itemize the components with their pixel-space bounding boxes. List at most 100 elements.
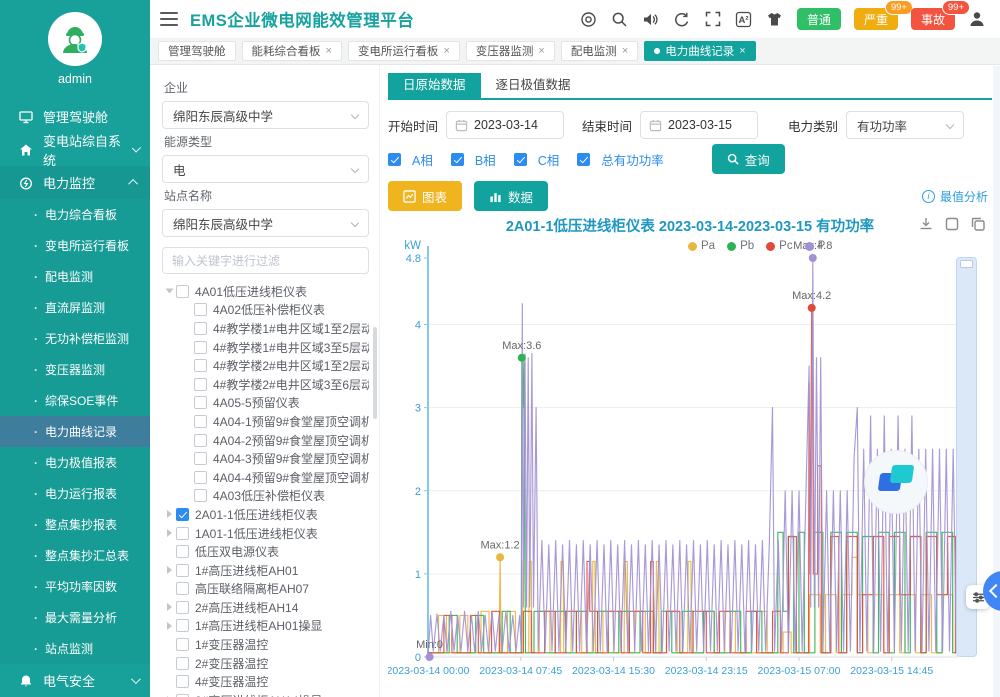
submenu-item-14[interactable]: 站点监测: [0, 633, 150, 664]
theme-icon[interactable]: [766, 10, 784, 28]
max-analysis-link[interactable]: 最值分析: [922, 188, 988, 205]
tree-checkbox[interactable]: [176, 582, 189, 595]
checkbox-icon[interactable]: [577, 153, 590, 166]
power-type-select[interactable]: 有功功率: [846, 111, 964, 139]
expand-arrow-icon[interactable]: [162, 510, 176, 518]
submenu-item-7[interactable]: 电力曲线记录: [0, 416, 150, 447]
submenu-item-11[interactable]: 整点集抄汇总表: [0, 540, 150, 571]
chart-view-button[interactable]: 图表: [388, 181, 462, 211]
tree-item-6[interactable]: 4A05-5预留仪表: [162, 394, 369, 413]
tree-checkbox[interactable]: [176, 545, 189, 558]
energy-type-select[interactable]: 电: [162, 155, 369, 183]
tab-daily-extreme-data[interactable]: 逐日极值数据: [481, 73, 586, 98]
open-tab-0[interactable]: 管理驾驶舱: [158, 41, 236, 61]
tree-item-22[interactable]: 2#高压进线柜AH14操显: [162, 691, 369, 697]
tree-checkbox[interactable]: [194, 359, 207, 372]
tree-scrollbar[interactable]: [373, 327, 377, 419]
tree-checkbox[interactable]: [194, 452, 207, 465]
tree-item-21[interactable]: 4#变压器温控: [162, 672, 369, 691]
close-icon[interactable]: [622, 45, 628, 57]
tree-item-8[interactable]: 4A04-2预留9#食堂屋顶空调机组仪表: [162, 431, 369, 450]
tree-item-10[interactable]: 4A04-4预留9#食堂屋顶空调机组仪表: [162, 468, 369, 487]
tree-checkbox[interactable]: [176, 564, 189, 577]
tree-item-12[interactable]: 2A01-1低压进线柜仪表: [162, 505, 369, 524]
tree-item-3[interactable]: 4#教学楼1#电井区域3至5层动力仪表: [162, 338, 369, 357]
tree-item-16[interactable]: 高压联络隔离柜AH07: [162, 580, 369, 599]
restore-icon[interactable]: [944, 216, 960, 232]
tree-item-15[interactable]: 1#高压进线柜AH01: [162, 561, 369, 580]
phase-checkbox-0[interactable]: A相: [388, 150, 433, 169]
tree-checkbox[interactable]: [194, 415, 207, 428]
search-icon[interactable]: [611, 10, 629, 28]
tree-checkbox[interactable]: [194, 341, 207, 354]
tree-checkbox[interactable]: [194, 434, 207, 447]
query-button[interactable]: 查询: [712, 144, 785, 174]
close-icon[interactable]: [326, 45, 332, 57]
tree-item-18[interactable]: 1#高压进线柜AH01操显: [162, 617, 369, 636]
tree-item-9[interactable]: 4A04-3预留9#食堂屋顶空调机组仪表: [162, 449, 369, 468]
submenu-item-13[interactable]: 最大需量分析: [0, 602, 150, 633]
menu-toggle-icon[interactable]: [160, 12, 178, 26]
submenu-item-1[interactable]: 变电所运行看板: [0, 230, 150, 261]
status-badge-normal[interactable]: 普通: [797, 8, 841, 30]
checkbox-icon[interactable]: [514, 153, 527, 166]
phase-checkbox-3[interactable]: 总有功功率: [577, 150, 664, 169]
tree-item-4[interactable]: 4#教学楼2#电井区域1至2层动力仪表: [162, 356, 369, 375]
copy-icon[interactable]: [970, 216, 986, 232]
status-badge-severe[interactable]: 严重 99+: [854, 8, 898, 30]
data-view-button[interactable]: 数据: [474, 181, 548, 211]
company-select[interactable]: 绵阳东辰高级中学: [162, 101, 369, 129]
tree-item-2[interactable]: 4#教学楼1#电井区域1至2层动力仪表: [162, 319, 369, 338]
tree-checkbox[interactable]: [176, 675, 189, 688]
station-select[interactable]: 绵阳东辰高级中学: [162, 209, 369, 237]
close-icon[interactable]: [739, 45, 745, 57]
checkbox-icon[interactable]: [388, 153, 401, 166]
submenu-item-9[interactable]: 电力运行报表: [0, 478, 150, 509]
expand-arrow-icon[interactable]: [162, 566, 176, 574]
open-tab-3[interactable]: 变压器监测: [466, 41, 555, 61]
tree-item-17[interactable]: 2#高压进线柜AH14: [162, 598, 369, 617]
end-date-input[interactable]: 2023-03-15: [640, 111, 758, 139]
tree-filter-input[interactable]: [162, 247, 369, 274]
tree-checkbox[interactable]: [194, 489, 207, 502]
open-tab-1[interactable]: 能耗综合看板: [242, 41, 342, 61]
tree-item-1[interactable]: 4A02低压补偿柜仪表: [162, 301, 369, 320]
expand-arrow-icon[interactable]: [162, 622, 176, 630]
tree-checkbox[interactable]: [176, 601, 189, 614]
fullscreen-icon[interactable]: [704, 10, 722, 28]
close-icon[interactable]: [443, 45, 449, 57]
tree-checkbox[interactable]: [194, 322, 207, 335]
tree-item-7[interactable]: 4A04-1预留9#食堂屋顶空调机组仪表: [162, 412, 369, 431]
submenu-item-6[interactable]: 综保SOE事件: [0, 385, 150, 416]
tree-checkbox[interactable]: [176, 527, 189, 540]
start-date-input[interactable]: 2023-03-14: [446, 111, 564, 139]
sidebar-item-2[interactable]: 电力监控: [0, 166, 150, 199]
tree-item-19[interactable]: 1#变压器温控: [162, 635, 369, 654]
submenu-item-4[interactable]: 无功补偿柜监测: [0, 323, 150, 354]
tree-checkbox[interactable]: [176, 657, 189, 670]
sidebar-item-0[interactable]: 管理驾驶舱: [0, 100, 150, 133]
expand-arrow-icon[interactable]: [162, 529, 176, 537]
tree-checkbox[interactable]: [176, 285, 189, 298]
tree-checkbox[interactable]: [194, 471, 207, 484]
status-badge-accident[interactable]: 事故 99+: [911, 8, 955, 30]
refresh-icon[interactable]: [673, 10, 691, 28]
download-icon[interactable]: [918, 216, 934, 232]
tree-item-5[interactable]: 4#教学楼2#电井区域3至6层动力仪表: [162, 375, 369, 394]
submenu-item-10[interactable]: 整点集抄报表: [0, 509, 150, 540]
submenu-item-5[interactable]: 变压器监测: [0, 354, 150, 385]
tree-checkbox[interactable]: [194, 378, 207, 391]
submenu-item-3[interactable]: 直流屏监测: [0, 292, 150, 323]
expand-arrow-icon[interactable]: [162, 603, 176, 611]
volume-icon[interactable]: [642, 10, 660, 28]
tree-checkbox[interactable]: [176, 508, 189, 521]
tree-item-14[interactable]: 低压双电源仪表: [162, 542, 369, 561]
avatar[interactable]: [48, 12, 102, 66]
open-tab-5[interactable]: 电力曲线记录: [644, 41, 755, 61]
phase-checkbox-1[interactable]: B相: [451, 150, 496, 169]
tree-checkbox[interactable]: [194, 396, 207, 409]
phase-checkbox-2[interactable]: C相: [514, 150, 560, 169]
submenu-item-2[interactable]: 配电监测: [0, 261, 150, 292]
user-icon[interactable]: [968, 10, 986, 28]
submenu-item-12[interactable]: 平均功率因数: [0, 571, 150, 602]
